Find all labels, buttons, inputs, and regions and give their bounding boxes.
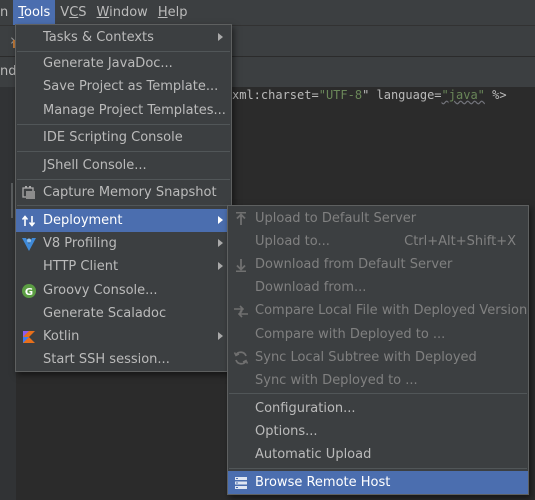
- menu-item-v8-profiling[interactable]: V8 Profiling: [16, 232, 231, 255]
- menu-item-options[interactable]: Options...: [228, 420, 528, 443]
- gutter-marker: [11, 183, 13, 218]
- menu-item-generate-scaladoc[interactable]: Generate Scaladoc: [16, 302, 231, 325]
- upload-icon: [233, 211, 249, 227]
- menu-item-http-client[interactable]: HTTP Client: [16, 255, 231, 278]
- code-token-quote-open: ": [318, 88, 326, 102]
- menu-tools[interactable]: Tools: [13, 0, 56, 25]
- menu-item-upload-to[interactable]: Upload to... Ctrl+Alt+Shift+X: [228, 230, 528, 253]
- menu-item-label: V8 Profiling: [43, 236, 117, 251]
- menu-item-label: IDE Scripting Console: [43, 130, 183, 145]
- code-token-language-value: "java": [441, 88, 485, 102]
- menu-item-ide-scripting-console[interactable]: IDE Scripting Console: [16, 126, 231, 149]
- code-token-close: %>: [484, 88, 507, 102]
- menu-item-upload-default-server[interactable]: Upload to Default Server: [228, 207, 528, 230]
- menu-item-sync-local-subtree[interactable]: Sync Local Subtree with Deployed: [228, 346, 528, 369]
- menu-item-label: Tasks & Contexts: [43, 30, 154, 45]
- menu-item-label: Kotlin: [43, 329, 80, 344]
- menu-item-automatic-upload[interactable]: Automatic Upload: [228, 443, 528, 466]
- menu-item-label: JShell Console...: [43, 158, 147, 173]
- menu-item-download-default-server[interactable]: Download from Default Server: [228, 253, 528, 276]
- editor-tab-label[interactable]: nd: [0, 62, 17, 82]
- menu-item-label: Groovy Console...: [43, 283, 158, 298]
- menu-item-tasks-contexts[interactable]: Tasks & Contexts: [16, 26, 231, 49]
- menu-separator: [17, 151, 230, 152]
- menu-item-deployment[interactable]: Deployment: [16, 209, 231, 232]
- submenu-arrow-icon: [218, 239, 223, 247]
- download-icon: [233, 257, 249, 273]
- menu-separator: [17, 179, 230, 180]
- memory-snapshot-icon: [21, 185, 37, 201]
- menu-item-label: Configuration...: [255, 401, 356, 416]
- groovy-icon: G: [21, 283, 37, 299]
- tools-menu: Tasks & Contexts Generate JavaDoc... Sav…: [15, 24, 232, 372]
- menu-item-configuration[interactable]: Configuration...: [228, 397, 528, 420]
- v8-icon: [21, 236, 37, 252]
- left-tool-strip: [0, 87, 16, 500]
- menu-item-label: Automatic Upload: [255, 447, 372, 462]
- menu-window[interactable]: Window: [92, 0, 153, 25]
- menu-item-download-from[interactable]: Download from...: [228, 276, 528, 299]
- submenu-arrow-icon: [218, 262, 223, 270]
- menu-item-label: Start SSH session...: [43, 352, 170, 367]
- menu-navigate[interactable]: n: [0, 0, 13, 25]
- menu-item-label: Compare with Deployed to ...: [255, 327, 446, 342]
- browse-remote-host-icon: [233, 475, 249, 491]
- menu-item-label: Manage Project Templates...: [43, 103, 226, 118]
- menu-item-label: Download from Default Server: [255, 257, 453, 272]
- menu-item-label: HTTP Client: [43, 259, 119, 274]
- sync-icon: [233, 350, 249, 366]
- menu-item-label: Generate JavaDoc...: [43, 56, 173, 71]
- menu-item-label: Upload to...: [255, 234, 330, 249]
- menu-separator: [229, 468, 527, 469]
- menu-item-label: Capture Memory Snapshot: [43, 185, 217, 200]
- code-token-language-attr: " language=: [362, 88, 442, 102]
- svg-text:G: G: [25, 287, 33, 298]
- menu-item-manage-project-templates[interactable]: Manage Project Templates...: [16, 99, 231, 122]
- menu-item-save-project-template[interactable]: Save Project as Template...: [16, 75, 231, 98]
- deployment-submenu: Upload to Default Server Upload to... Ct…: [227, 205, 529, 495]
- menu-separator: [229, 393, 527, 394]
- menu-item-shortcut: Ctrl+Alt+Shift+X: [404, 234, 516, 249]
- compare-icon: [233, 303, 249, 319]
- code-line: xml:charset="UTF-8" language="java" %>: [232, 86, 507, 104]
- menu-separator: [17, 205, 230, 206]
- menu-item-groovy-console[interactable]: G Groovy Console...: [16, 279, 231, 302]
- submenu-arrow-icon: [218, 216, 223, 224]
- deployment-icon: [21, 213, 37, 229]
- menu-item-browse-remote-host[interactable]: Browse Remote Host: [228, 471, 528, 494]
- menu-item-label: Save Project as Template...: [43, 79, 219, 94]
- menu-item-label: Sync with Deployed to ...: [255, 373, 418, 388]
- code-token-attr: xml:charset=: [232, 88, 319, 102]
- menu-item-label: Download from...: [255, 280, 367, 295]
- menu-item-label: Browse Remote Host: [255, 475, 391, 490]
- menu-item-label: Generate Scaladoc: [43, 306, 167, 321]
- menu-item-start-ssh-session[interactable]: Start SSH session...: [16, 348, 231, 371]
- menu-item-label: Upload to Default Server: [255, 211, 417, 226]
- menu-item-label: Options...: [255, 424, 318, 439]
- menu-item-generate-javadoc[interactable]: Generate JavaDoc...: [16, 52, 231, 75]
- submenu-arrow-icon: [218, 332, 223, 340]
- menu-vcs[interactable]: VCS: [55, 0, 91, 25]
- code-token-charset: UTF-8: [325, 88, 363, 102]
- main-menubar: n Tools VCS Window Help: [0, 0, 535, 25]
- menu-item-compare-deployed-to[interactable]: Compare with Deployed to ...: [228, 323, 528, 346]
- menu-tools-label-rest: ools: [23, 5, 51, 20]
- menu-item-jshell-console[interactable]: JShell Console...: [16, 154, 231, 177]
- submenu-arrow-icon: [218, 33, 223, 41]
- menu-item-sync-deployed-to[interactable]: Sync with Deployed to ...: [228, 369, 528, 392]
- menu-item-capture-memory-snapshot[interactable]: Capture Memory Snapshot: [16, 181, 231, 204]
- kotlin-icon: [21, 329, 37, 345]
- menu-separator: [17, 124, 230, 125]
- menu-item-kotlin[interactable]: Kotlin: [16, 325, 231, 348]
- menu-item-label: Deployment: [43, 213, 123, 228]
- menu-help[interactable]: Help: [153, 0, 193, 25]
- menu-item-label: Compare Local File with Deployed Version: [255, 303, 528, 318]
- menu-item-compare-local-deployed[interactable]: Compare Local File with Deployed Version: [228, 299, 528, 322]
- menu-item-label: Sync Local Subtree with Deployed: [255, 350, 477, 365]
